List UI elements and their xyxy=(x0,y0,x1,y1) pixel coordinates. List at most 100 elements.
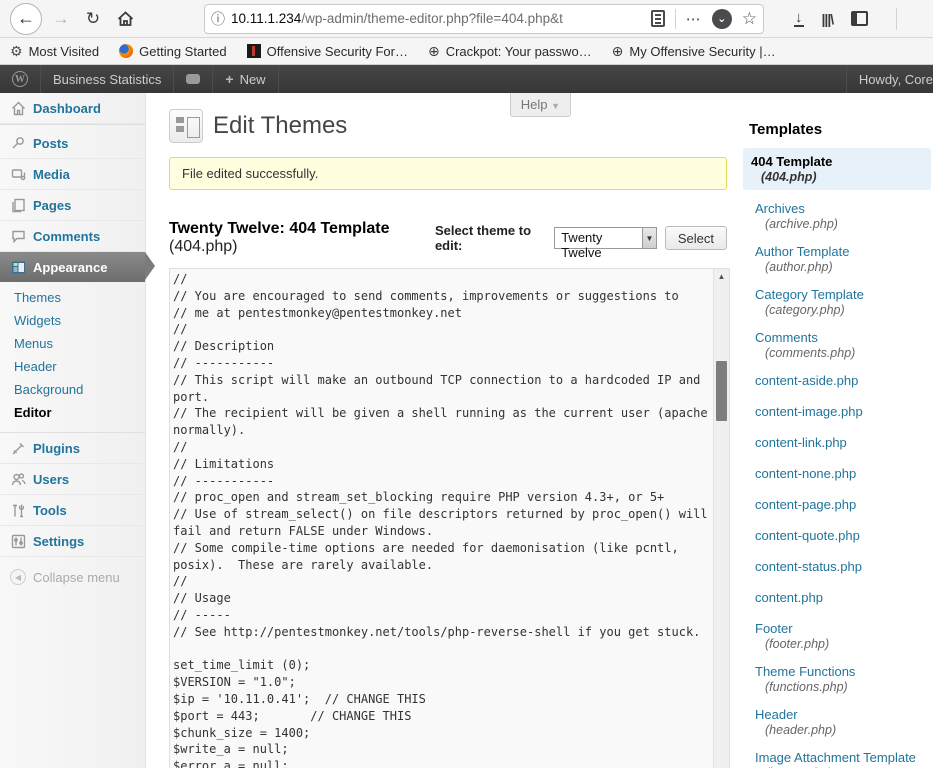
scrollbar-track[interactable] xyxy=(714,283,729,768)
page-title: Edit Themes xyxy=(213,112,347,140)
dashboard-icon xyxy=(10,100,26,116)
template-link[interactable]: content-quote.php xyxy=(749,526,925,545)
page-actions-icon[interactable]: ⋯ xyxy=(686,10,702,28)
url-bar[interactable]: ⓘ 10.11.1.234/wp-admin/theme-editor.php?… xyxy=(204,4,764,34)
submenu-item-widgets[interactable]: Widgets xyxy=(0,309,145,332)
submenu-item-editor[interactable]: Editor xyxy=(0,401,145,424)
sidebar-item-tools[interactable]: Tools xyxy=(0,495,145,526)
url-fade xyxy=(609,7,655,33)
comments-icon xyxy=(10,228,26,244)
sidebar-item-settings[interactable]: Settings xyxy=(0,526,145,557)
browser-toolbar: ← → ↻ ⓘ 10.11.1.234/wp-admin/theme-edito… xyxy=(0,0,933,38)
wp-admin-menu: Dashboard Posts Media Pages Comments App… xyxy=(0,93,146,768)
offsec-icon xyxy=(247,44,261,58)
comments-menu[interactable] xyxy=(174,65,213,93)
library-icon[interactable]: |||\ xyxy=(822,11,834,27)
bookmark-crackpot[interactable]: ⊕ Crackpot: Your passwo… xyxy=(428,43,592,60)
help-button[interactable]: Help ▼ xyxy=(510,93,571,117)
template-link[interactable]: Category Template (category.php) xyxy=(749,285,925,319)
home-icon xyxy=(117,11,134,27)
site-info-icon[interactable]: ⓘ xyxy=(211,9,225,29)
scrollbar-thumb[interactable] xyxy=(716,361,727,421)
users-icon xyxy=(10,471,26,487)
template-link[interactable]: content-status.php xyxy=(749,557,925,576)
appearance-submenu: Themes Widgets Menus Header Background E… xyxy=(0,282,145,433)
wp-admin-bar: W Business Statistics + New Howdy, Core xyxy=(0,65,933,93)
back-button[interactable]: ← xyxy=(10,3,42,35)
howdy-account-menu[interactable]: Howdy, Core xyxy=(846,65,933,93)
new-content-menu[interactable]: + New xyxy=(213,65,278,93)
main-content: Help ▼ Edit Themes File edited successfu… xyxy=(146,93,737,768)
template-link[interactable]: content-link.php xyxy=(749,433,925,452)
sidebar-toggle-icon[interactable] xyxy=(851,11,868,26)
template-link[interactable]: 404 Template (404.php) xyxy=(743,148,931,190)
collapse-arrow-icon: ◀ xyxy=(10,569,26,585)
chevron-down-icon: ▼ xyxy=(551,101,560,111)
template-link[interactable]: content.php xyxy=(749,588,925,607)
template-link[interactable]: Footer (footer.php) xyxy=(749,619,925,653)
bookmark-my-offensive-security[interactable]: ⊕ My Offensive Security |… xyxy=(612,43,776,60)
sidebar-item-dashboard[interactable]: Dashboard xyxy=(0,93,145,124)
scroll-up-icon[interactable]: ▲ xyxy=(714,269,729,283)
sidebar-item-comments[interactable]: Comments xyxy=(0,221,145,252)
settings-icon xyxy=(10,533,26,549)
plugins-icon xyxy=(10,440,26,456)
gear-icon: ⚙ xyxy=(10,43,23,60)
template-link[interactable]: Header (header.php) xyxy=(749,705,925,739)
select-theme-label: Select theme to edit: xyxy=(435,223,546,253)
reader-mode-icon[interactable] xyxy=(651,10,665,27)
sidebar-item-appearance[interactable]: Appearance xyxy=(0,252,145,282)
collapse-menu-button[interactable]: ◀ Collapse menu xyxy=(0,557,145,597)
pages-icon xyxy=(10,197,26,213)
sidebar-item-users[interactable]: Users xyxy=(0,464,145,495)
templates-heading: Templates xyxy=(749,121,925,138)
template-link[interactable]: content-aside.php xyxy=(749,371,925,390)
sidebar-item-plugins[interactable]: Plugins xyxy=(0,433,145,464)
sidebar-item-media[interactable]: Media xyxy=(0,159,145,190)
bookmark-star-icon[interactable]: ☆ xyxy=(742,9,757,29)
url-text: 10.11.1.234/wp-admin/theme-editor.php?fi… xyxy=(231,11,645,26)
globe-icon: ⊕ xyxy=(428,43,440,60)
template-link[interactable]: content-page.php xyxy=(749,495,925,514)
select-arrow-icon: ▼ xyxy=(642,228,656,248)
globe-icon: ⊕ xyxy=(612,43,624,60)
edit-themes-icon xyxy=(169,109,203,143)
downloads-icon[interactable]: ↓ xyxy=(794,11,804,27)
tools-icon xyxy=(10,502,26,518)
submenu-item-background[interactable]: Background xyxy=(0,378,145,401)
forward-button[interactable]: → xyxy=(48,6,74,32)
file-title: Twenty Twelve: 404 Template (404.php) xyxy=(169,220,435,256)
bookmark-most-visited[interactable]: ⚙ Most Visited xyxy=(10,43,99,60)
bookmark-getting-started[interactable]: Getting Started xyxy=(119,44,226,59)
bookmarks-bar: ⚙ Most Visited Getting Started Offensive… xyxy=(0,38,933,65)
select-theme-button[interactable]: Select xyxy=(665,226,727,250)
success-notice: File edited successfully. xyxy=(169,157,727,190)
media-icon xyxy=(10,166,26,182)
home-button[interactable] xyxy=(112,6,138,32)
sidebar-item-pages[interactable]: Pages xyxy=(0,190,145,221)
submenu-item-themes[interactable]: Themes xyxy=(0,286,145,309)
comment-bubble-icon xyxy=(186,74,200,84)
template-link[interactable]: Comments (comments.php) xyxy=(749,328,925,362)
urlbar-separator xyxy=(675,9,676,29)
site-name-menu[interactable]: Business Statistics xyxy=(41,65,174,93)
wp-logo-menu[interactable]: W xyxy=(0,65,41,93)
submenu-item-header[interactable]: Header xyxy=(0,355,145,378)
pin-icon xyxy=(10,135,26,151)
template-link[interactable]: Author Template (author.php) xyxy=(749,242,925,276)
template-link[interactable]: content-none.php xyxy=(749,464,925,483)
sidebar-item-posts[interactable]: Posts xyxy=(0,128,145,159)
submenu-item-menus[interactable]: Menus xyxy=(0,332,145,355)
template-link[interactable]: content-image.php xyxy=(749,402,925,421)
appearance-icon xyxy=(10,259,26,275)
template-link[interactable]: Archives (archive.php) xyxy=(749,199,925,233)
code-textarea[interactable]: // // You are encouraged to send comment… xyxy=(170,269,713,768)
template-link[interactable]: Theme Functions (functions.php) xyxy=(749,662,925,696)
editor-scrollbar[interactable]: ▲ ▼ xyxy=(713,269,729,768)
template-link[interactable]: Image Attachment Template (image.php) xyxy=(749,748,925,768)
theme-select[interactable]: Twenty Twelve ▼ xyxy=(554,227,657,249)
reload-button[interactable]: ↻ xyxy=(80,6,106,32)
code-editor: // // You are encouraged to send comment… xyxy=(169,268,730,768)
bookmark-offensive-security-forum[interactable]: Offensive Security For… xyxy=(247,44,408,59)
pocket-icon[interactable]: ⌄ xyxy=(712,9,732,29)
